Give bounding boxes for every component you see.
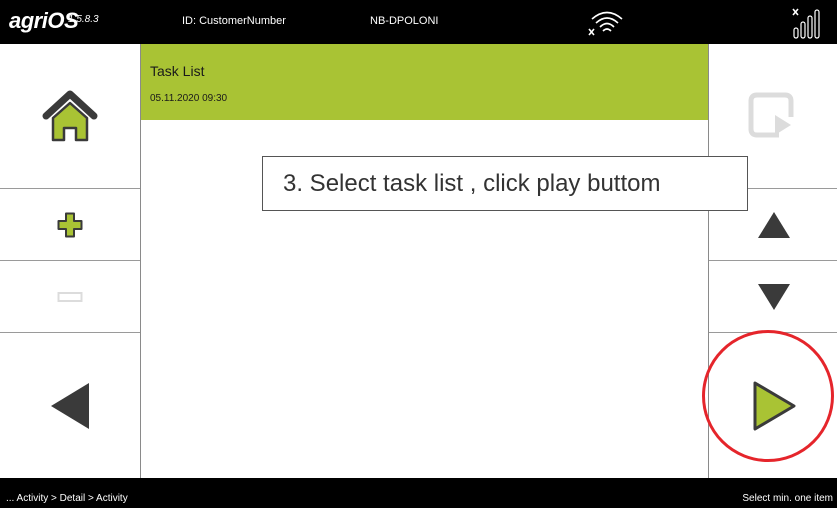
play-icon xyxy=(753,381,795,430)
home-button[interactable] xyxy=(0,44,140,189)
scroll-down-button[interactable] xyxy=(709,261,837,333)
status-message: Select min. one item xyxy=(742,493,833,504)
up-arrow-icon xyxy=(757,211,790,238)
customer-id: ID: CustomerNumber xyxy=(182,15,286,27)
minus-icon xyxy=(57,291,83,302)
left-toolbar xyxy=(0,44,141,478)
agrios-screen: agriOS 1.5.8.3 ID: CustomerNumber NB-DPO… xyxy=(0,0,837,508)
top-bar: agriOS 1.5.8.3 ID: CustomerNumber NB-DPO… xyxy=(0,0,837,44)
breadcrumb: ... Activity > Detail > Activity xyxy=(6,493,128,504)
home-icon xyxy=(42,90,98,142)
add-button[interactable] xyxy=(0,189,140,261)
instruction-text: 3. Select task list , click play buttom xyxy=(283,169,661,197)
export-icon xyxy=(748,92,793,138)
signal-bars-icon[interactable] xyxy=(786,6,826,40)
wifi-disconnected-icon[interactable] xyxy=(588,8,626,38)
bottom-bar: ... Activity > Detail > Activity Select … xyxy=(0,478,837,508)
task-title: Task List xyxy=(150,63,205,79)
task-list-row[interactable]: Task List 05.11.2020 09:30 xyxy=(141,44,708,120)
device-name: NB-DPOLONI xyxy=(370,15,439,27)
plus-icon xyxy=(57,212,83,237)
remove-button[interactable] xyxy=(0,261,140,333)
down-arrow-icon xyxy=(757,283,790,310)
back-arrow-icon xyxy=(51,382,89,429)
instruction-callout: 3. Select task list , click play buttom xyxy=(262,156,748,211)
back-button[interactable] xyxy=(0,333,140,478)
play-button[interactable] xyxy=(709,333,837,478)
task-date: 05.11.2020 09:30 xyxy=(150,93,228,104)
app-version: 1.5.8.3 xyxy=(68,14,99,25)
task-list-area: Task List 05.11.2020 09:30 xyxy=(141,44,708,478)
right-toolbar xyxy=(708,44,837,478)
